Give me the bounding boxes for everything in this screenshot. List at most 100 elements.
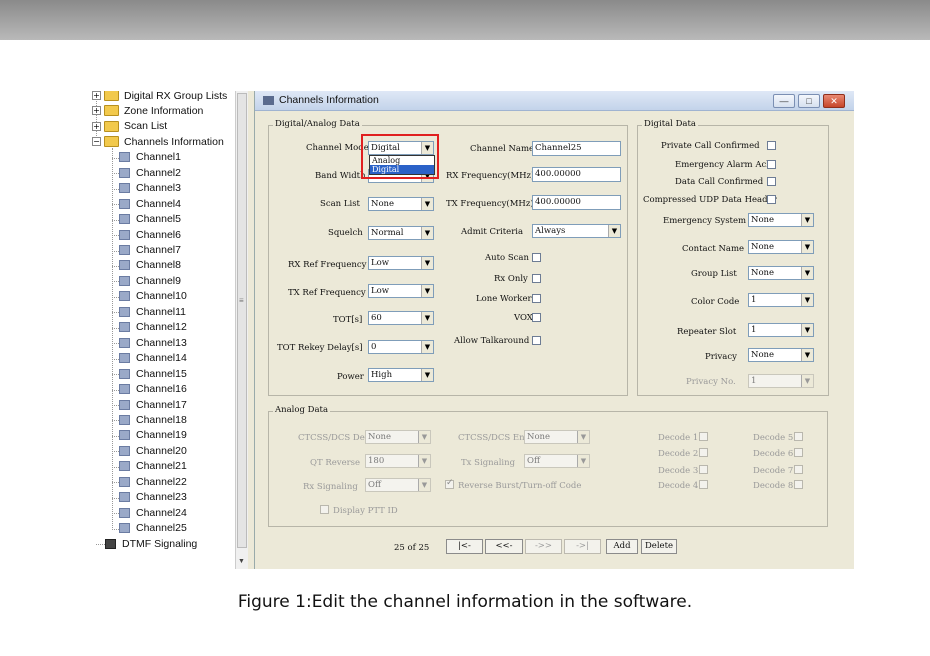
lone-worker-checkbox[interactable] bbox=[532, 294, 541, 303]
udp-header-checkbox[interactable] bbox=[767, 195, 776, 204]
ctcss-enc-select[interactable]: None ▼ bbox=[524, 430, 590, 444]
tree-item-channel[interactable]: Channel22 bbox=[119, 474, 187, 489]
chevron-down-icon[interactable]: ▼ bbox=[801, 294, 813, 306]
channel-name-field[interactable]: Channel25 bbox=[532, 141, 621, 156]
decode-checkbox[interactable] bbox=[699, 448, 708, 457]
expand-icon[interactable]: + bbox=[92, 106, 101, 116]
minimize-button[interactable]: — bbox=[773, 94, 795, 108]
reverse-burst-checkbox[interactable] bbox=[445, 478, 454, 489]
decode-checkbox[interactable] bbox=[794, 480, 803, 489]
rx-frequency-field[interactable]: 400.00000 bbox=[532, 167, 621, 182]
allow-talkaround-checkbox[interactable] bbox=[532, 336, 541, 345]
tree-item-channel[interactable]: Channel19 bbox=[119, 428, 187, 443]
expand-icon[interactable]: + bbox=[92, 91, 101, 100]
chevron-down-icon[interactable]: ▼ bbox=[577, 431, 589, 443]
chevron-down-icon[interactable]: ▼ bbox=[801, 267, 813, 279]
tree-item-channel[interactable]: Channel24 bbox=[119, 505, 187, 520]
chevron-down-icon[interactable]: ▼ bbox=[608, 225, 620, 237]
rx-ref-frequency-select[interactable]: Low ▼ bbox=[368, 256, 434, 270]
chevron-down-icon[interactable]: ▼ bbox=[801, 349, 813, 361]
close-button[interactable]: ✕ bbox=[823, 94, 845, 108]
tree-item-channel[interactable]: Channel17 bbox=[119, 397, 187, 412]
chevron-down-icon[interactable]: ▼ bbox=[801, 324, 813, 336]
emergency-system-select[interactable]: None ▼ bbox=[748, 213, 814, 227]
tree-item-channel[interactable]: Channel18 bbox=[119, 412, 187, 427]
chevron-down-icon[interactable]: ▼ bbox=[421, 227, 433, 239]
maximize-button[interactable]: □ bbox=[798, 94, 820, 108]
tree-item-channel[interactable]: Channel10 bbox=[119, 289, 187, 304]
scrollbar-thumb[interactable] bbox=[237, 93, 247, 548]
tree-item-folder[interactable]: + Digital RX Group Lists bbox=[92, 91, 227, 103]
tree-item-channel[interactable]: Channel2 bbox=[119, 165, 181, 180]
tree-item-channel[interactable]: Channel20 bbox=[119, 443, 187, 458]
chevron-down-icon[interactable]: ▼ bbox=[421, 285, 433, 297]
chevron-down-icon[interactable]: ▼ bbox=[421, 257, 433, 269]
chevron-down-icon[interactable]: ▼ bbox=[577, 455, 589, 467]
scroll-down-icon[interactable]: ▼ bbox=[238, 558, 245, 565]
rx-signaling-select[interactable]: Off ▼ bbox=[365, 478, 431, 492]
display-ptt-checkbox[interactable] bbox=[320, 505, 329, 514]
tree-item-channel[interactable]: Channel8 bbox=[119, 258, 181, 273]
delete-button[interactable]: Delete bbox=[641, 539, 677, 554]
tree-item-channel[interactable]: Channel5 bbox=[119, 212, 181, 227]
tree-item-channel[interactable]: Channel13 bbox=[119, 335, 187, 350]
tot-rekey-delay-select[interactable]: 0 ▼ bbox=[368, 340, 434, 354]
tree-item-dtmf[interactable]: DTMF Signaling bbox=[105, 536, 197, 551]
contact-name-select[interactable]: None ▼ bbox=[748, 240, 814, 254]
tree-scrollbar[interactable]: ≡ ▼ bbox=[235, 91, 248, 569]
tx-frequency-field[interactable]: 400.00000 bbox=[532, 195, 621, 210]
rx-only-checkbox[interactable] bbox=[532, 274, 541, 283]
vox-checkbox[interactable] bbox=[532, 313, 541, 322]
tree-item-channel[interactable]: Channel23 bbox=[119, 490, 187, 505]
previous-record-button[interactable]: <<- bbox=[485, 539, 523, 554]
decode-checkbox[interactable] bbox=[794, 448, 803, 457]
tree-item-channel[interactable]: Channel4 bbox=[119, 196, 181, 211]
add-button[interactable]: Add bbox=[606, 539, 638, 554]
chevron-down-icon[interactable]: ▼ bbox=[418, 431, 430, 443]
tree-item-channel[interactable]: Channel12 bbox=[119, 320, 187, 335]
chevron-down-icon[interactable]: ▼ bbox=[801, 214, 813, 226]
tree-item-channel[interactable]: Channel15 bbox=[119, 366, 187, 381]
tree-item-channel[interactable]: Channel16 bbox=[119, 382, 187, 397]
tree-item-folder[interactable]: + Scan List bbox=[92, 119, 167, 134]
privacy-select[interactable]: None ▼ bbox=[748, 348, 814, 362]
tx-signaling-select[interactable]: Off ▼ bbox=[524, 454, 590, 468]
decode-checkbox[interactable] bbox=[699, 432, 708, 441]
tree-item-channel[interactable]: Channel6 bbox=[119, 227, 181, 242]
data-call-checkbox[interactable] bbox=[767, 177, 776, 186]
tree-item-channel[interactable]: Channel3 bbox=[119, 181, 181, 196]
tree-item-folder[interactable]: − Channels Information bbox=[92, 134, 224, 149]
tx-ref-frequency-select[interactable]: Low ▼ bbox=[368, 284, 434, 298]
qt-reverse-select[interactable]: 180 ▼ bbox=[365, 454, 431, 468]
chevron-down-icon[interactable]: ▼ bbox=[421, 312, 433, 324]
chevron-down-icon[interactable]: ▼ bbox=[418, 479, 430, 491]
tree-item-channel[interactable]: Channel1 bbox=[119, 150, 181, 165]
admit-criteria-select[interactable]: Always ▼ bbox=[532, 224, 621, 238]
last-record-button[interactable]: ->| bbox=[564, 539, 601, 554]
next-record-button[interactable]: ->> bbox=[525, 539, 562, 554]
squelch-select[interactable]: Normal ▼ bbox=[368, 226, 434, 240]
color-code-select[interactable]: 1 ▼ bbox=[748, 293, 814, 307]
decode-checkbox[interactable] bbox=[699, 480, 708, 489]
collapse-icon[interactable]: − bbox=[92, 137, 101, 147]
ctcss-dec-select[interactable]: None ▼ bbox=[365, 430, 431, 444]
power-select[interactable]: High ▼ bbox=[368, 368, 434, 382]
chevron-down-icon[interactable]: ▼ bbox=[801, 375, 813, 387]
decode-checkbox[interactable] bbox=[794, 432, 803, 441]
private-call-checkbox[interactable] bbox=[767, 141, 776, 150]
first-record-button[interactable]: |<- bbox=[446, 539, 483, 554]
auto-scan-checkbox[interactable] bbox=[532, 253, 541, 262]
chevron-down-icon[interactable]: ▼ bbox=[421, 369, 433, 381]
repeater-slot-select[interactable]: 1 ▼ bbox=[748, 323, 814, 337]
tot-select[interactable]: 60 ▼ bbox=[368, 311, 434, 325]
tree-item-channel[interactable]: Channel14 bbox=[119, 351, 187, 366]
chevron-down-icon[interactable]: ▼ bbox=[801, 241, 813, 253]
chevron-down-icon[interactable]: ▼ bbox=[421, 198, 433, 210]
scan-list-select[interactable]: None ▼ bbox=[368, 197, 434, 211]
emergency-alarm-ack-checkbox[interactable] bbox=[767, 160, 776, 169]
tree-item-channel[interactable]: Channel25 bbox=[119, 521, 187, 536]
decode-checkbox[interactable] bbox=[699, 465, 708, 474]
tree-item-folder[interactable]: + Zone Information bbox=[92, 103, 203, 118]
chevron-down-icon[interactable]: ▼ bbox=[421, 341, 433, 353]
privacy-no-select[interactable]: 1 ▼ bbox=[748, 374, 814, 388]
